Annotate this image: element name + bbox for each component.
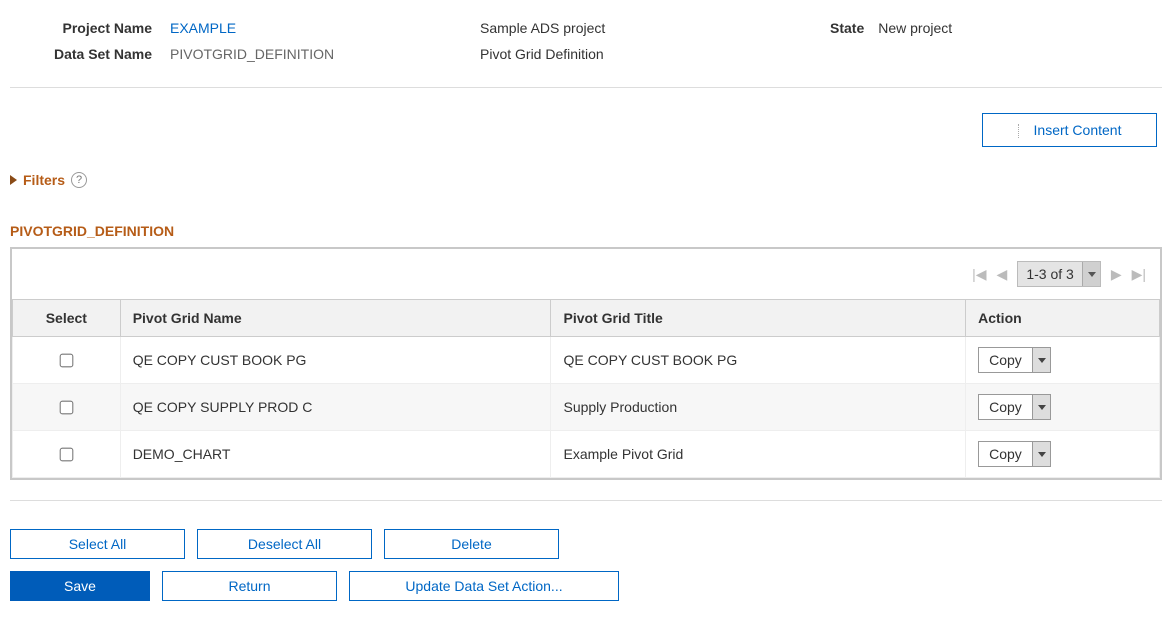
dataset-name-label: Data Set Name bbox=[10, 46, 170, 62]
chevron-down-icon[interactable] bbox=[1032, 348, 1050, 372]
col-title-header: Pivot Grid Title bbox=[551, 300, 966, 337]
insert-content-button[interactable]: Insert Content bbox=[982, 113, 1157, 147]
divider bbox=[10, 500, 1162, 501]
expand-filters-icon[interactable] bbox=[10, 175, 17, 185]
section-title: PIVOTGRID_DEFINITION bbox=[10, 223, 1162, 239]
project-name-label: Project Name bbox=[10, 20, 170, 36]
filters-label[interactable]: Filters bbox=[23, 172, 65, 188]
next-page-icon[interactable]: ▶ bbox=[1111, 266, 1122, 283]
prev-page-icon[interactable]: ◀ bbox=[997, 266, 1008, 283]
first-page-icon[interactable]: |◀ bbox=[972, 266, 986, 283]
deselect-all-button[interactable]: Deselect All bbox=[197, 529, 372, 559]
help-icon[interactable]: ? bbox=[71, 172, 87, 188]
project-name-value[interactable]: EXAMPLE bbox=[170, 20, 236, 36]
save-button[interactable]: Save bbox=[10, 571, 150, 601]
chevron-down-icon[interactable] bbox=[1032, 442, 1050, 466]
return-button[interactable]: Return bbox=[162, 571, 337, 601]
project-header: Project Name EXAMPLE Data Set Name PIVOT… bbox=[10, 10, 1162, 88]
update-dataset-action-button[interactable]: Update Data Set Action... bbox=[349, 571, 619, 601]
last-page-icon[interactable]: ▶| bbox=[1132, 266, 1146, 283]
dataset-desc: Pivot Grid Definition bbox=[480, 46, 604, 62]
grid-toolbar: |◀ ◀ 1-3 of 3 ▶ ▶| bbox=[12, 249, 1160, 299]
row-select-checkbox[interactable] bbox=[60, 400, 74, 414]
cell-title: Supply Production bbox=[551, 384, 966, 431]
cell-name: QE COPY CUST BOOK PG bbox=[120, 337, 551, 384]
state-value: New project bbox=[878, 20, 952, 36]
col-action-header: Action bbox=[966, 300, 1160, 337]
action-select[interactable]: Copy bbox=[978, 441, 1051, 467]
page-range-selector[interactable]: 1-3 of 3 bbox=[1017, 261, 1100, 287]
project-desc: Sample ADS project bbox=[480, 20, 605, 36]
table-row: QE COPY SUPPLY PROD C Supply Production … bbox=[13, 384, 1160, 431]
page-range-text: 1-3 of 3 bbox=[1018, 262, 1081, 286]
cell-name: DEMO_CHART bbox=[120, 431, 551, 478]
cell-title: Example Pivot Grid bbox=[551, 431, 966, 478]
action-select[interactable]: Copy bbox=[978, 394, 1051, 420]
row-select-checkbox[interactable] bbox=[60, 353, 74, 367]
row-select-checkbox[interactable] bbox=[60, 447, 74, 461]
delete-button[interactable]: Delete bbox=[384, 529, 559, 559]
chevron-down-icon[interactable] bbox=[1032, 395, 1050, 419]
cell-title: QE COPY CUST BOOK PG bbox=[551, 337, 966, 384]
col-select-header: Select bbox=[13, 300, 121, 337]
dataset-name-value: PIVOTGRID_DEFINITION bbox=[170, 46, 334, 62]
action-select[interactable]: Copy bbox=[978, 347, 1051, 373]
state-label: State bbox=[830, 20, 878, 36]
chevron-down-icon[interactable] bbox=[1082, 262, 1100, 286]
data-grid: |◀ ◀ 1-3 of 3 ▶ ▶| Select Pivot Grid Nam… bbox=[10, 247, 1162, 480]
cell-name: QE COPY SUPPLY PROD C bbox=[120, 384, 551, 431]
table-row: QE COPY CUST BOOK PG QE COPY CUST BOOK P… bbox=[13, 337, 1160, 384]
table-row: DEMO_CHART Example Pivot Grid Copy bbox=[13, 431, 1160, 478]
col-name-header: Pivot Grid Name bbox=[120, 300, 551, 337]
select-all-button[interactable]: Select All bbox=[10, 529, 185, 559]
